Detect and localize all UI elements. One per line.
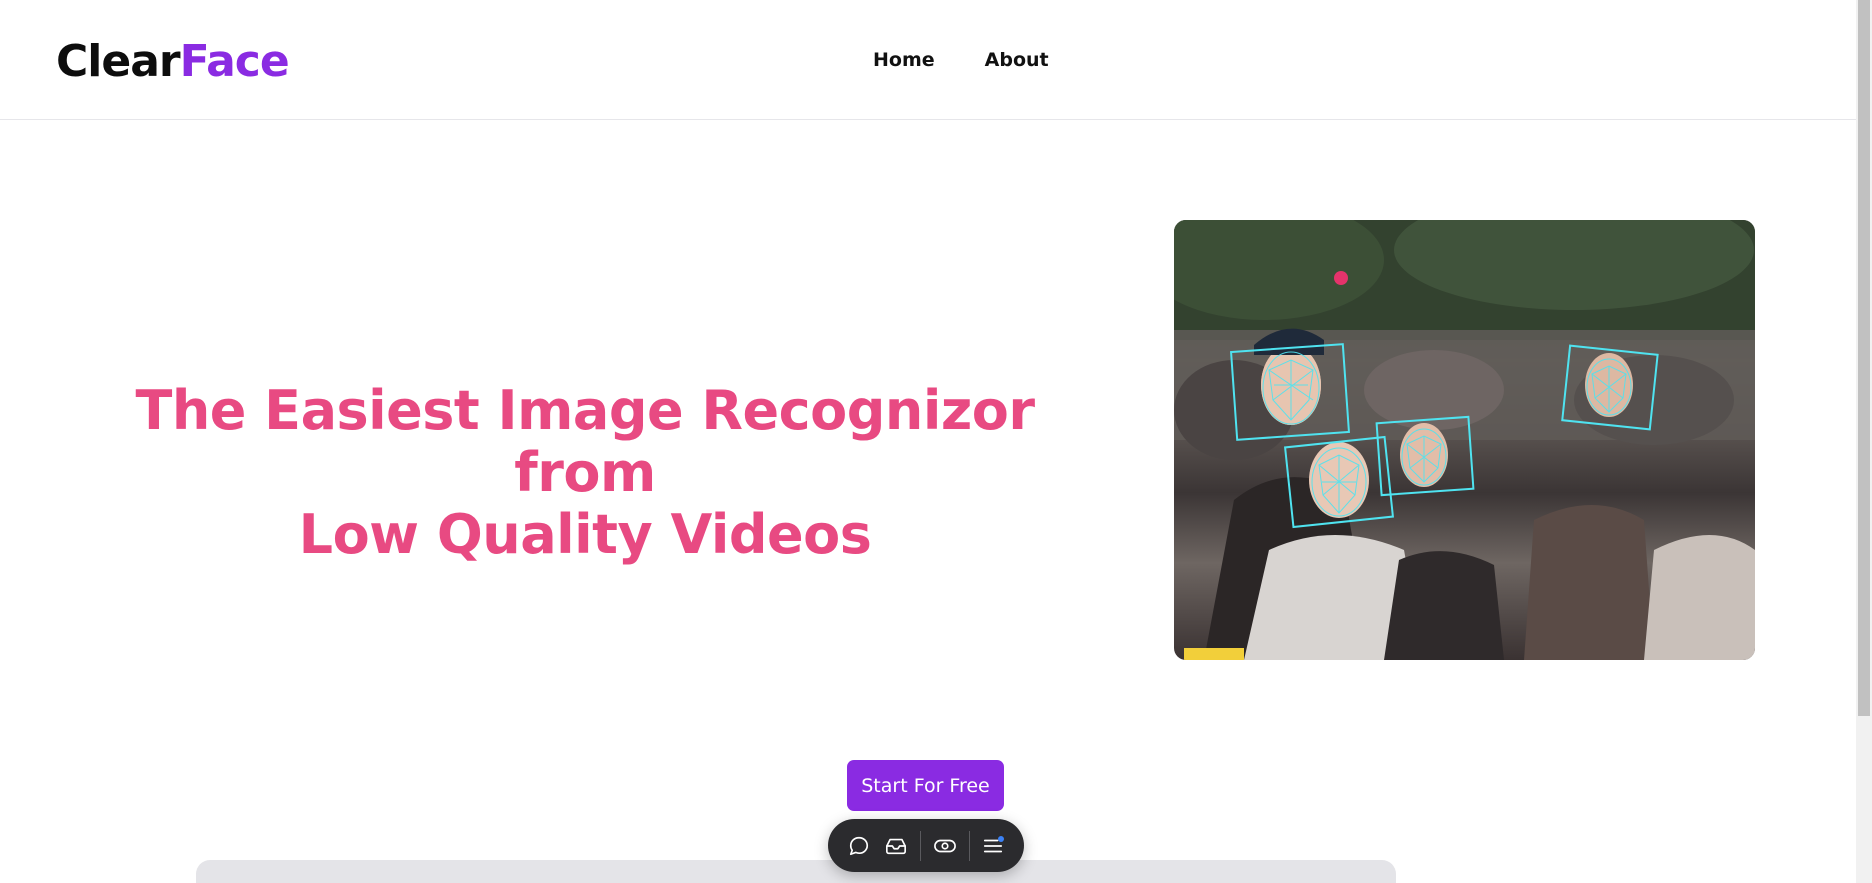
menu-icon[interactable] — [974, 826, 1012, 866]
floating-toolbar — [828, 819, 1024, 872]
logo[interactable]: ClearFace — [56, 36, 290, 88]
chat-bubble-icon[interactable] — [840, 826, 878, 866]
nav-about-link[interactable]: About — [985, 48, 1049, 72]
start-for-free-button[interactable]: Start For Free — [847, 760, 1004, 811]
eye-icon[interactable] — [926, 826, 964, 866]
nav-home-link[interactable]: Home — [873, 48, 935, 72]
hero-title-line1: The Easiest Image Recognizor from — [135, 379, 1035, 504]
logo-text-face: Face — [179, 36, 290, 87]
hero-title: The Easiest Image Recognizor from Low Qu… — [70, 380, 1100, 566]
page-scrollbar[interactable] — [1856, 0, 1872, 883]
inbox-icon[interactable] — [878, 826, 916, 866]
content-panel — [196, 860, 1396, 883]
scrollbar-thumb[interactable] — [1858, 0, 1870, 716]
toolbar-divider — [920, 830, 921, 861]
logo-text-clear: Clear — [56, 36, 181, 87]
face-recognition-illustration — [1174, 220, 1755, 660]
site-header: ClearFace Home About — [0, 0, 1856, 120]
hero-face-recognition-image — [1174, 220, 1755, 660]
main-nav: Home About — [873, 48, 1049, 72]
hero-title-line2: Low Quality Videos — [298, 503, 872, 566]
notification-dot — [998, 835, 1004, 842]
toolbar-divider — [968, 830, 970, 861]
